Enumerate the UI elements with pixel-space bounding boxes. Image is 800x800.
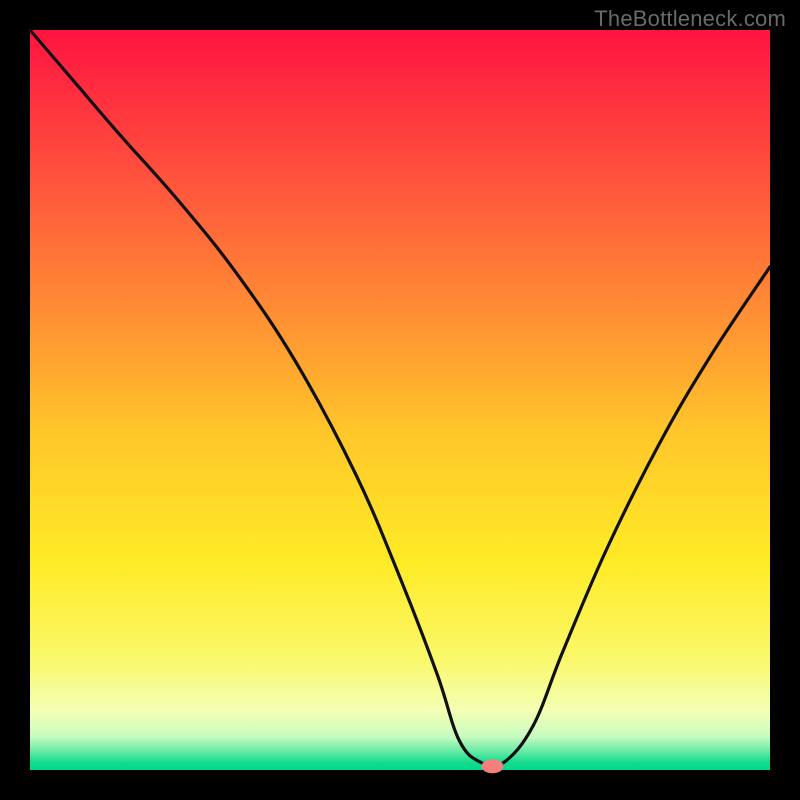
optimal-point-marker (482, 759, 504, 773)
chart-frame: TheBottleneck.com (0, 0, 800, 800)
bottleneck-chart (0, 0, 800, 800)
plot-background (30, 30, 770, 770)
watermark-text: TheBottleneck.com (594, 6, 786, 32)
